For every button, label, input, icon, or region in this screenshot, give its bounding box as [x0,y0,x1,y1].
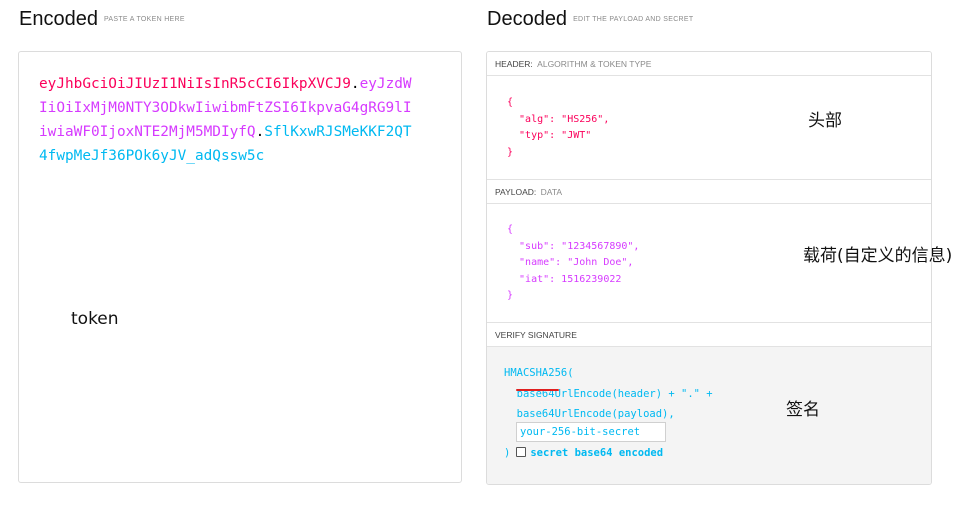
decoded-subtitle: EDIT THE PAYLOAD AND SECRET [573,16,694,24]
base64-checkbox[interactable] [516,447,527,457]
token-dot: . [255,124,265,140]
annotation-token: token [71,309,119,329]
header-editor[interactable]: { "alg": "HS256", "typ": "JWT" } [487,76,931,180]
signature-area: HMACSHA256( base64UrlEncode(header) + ".… [487,347,931,484]
signature-section-label: VERIFY SIGNATURE [487,323,931,347]
annotation-signature: 签名 [786,400,820,420]
close-paren: ) [504,447,511,459]
decoded-title: Decoded [487,8,568,30]
secret-row: ) secret base64 encoded [504,444,663,462]
encoded-title: Encoded [19,8,98,30]
signature-code: HMACSHA256( base64UrlEncode(header) + ".… [504,367,713,420]
payload-sublabel: DATA [540,187,563,197]
payload-json[interactable]: { "sub": "1234567890", "name": "John Doe… [507,222,639,305]
encoded-token[interactable]: eyJhbGciOiJIUzI1NiIsInR5cCI6IkpXVCJ9.eyJ… [39,72,419,168]
encoded-token-editor[interactable]: eyJhbGciOiJIUzI1NiIsInR5cCI6IkpXVCJ9.eyJ… [18,51,462,483]
base64-checkbox-label[interactable]: secret base64 encoded [530,447,663,459]
header-json[interactable]: { "alg": "HS256", "typ": "JWT" } [507,95,609,161]
token-dot: . [350,76,360,92]
header-label: HEADER: [495,59,533,69]
encoded-subtitle: PASTE A TOKEN HERE [103,16,185,24]
secret-input[interactable]: your-256-bit-secret [516,422,666,442]
encoded-heading: Encoded PASTE A TOKEN HERE [19,8,185,31]
payload-section-label: PAYLOAD: DATA [487,180,931,204]
payload-label: PAYLOAD: [495,187,537,197]
annotation-payload: 载荷(自定义的信息) [803,246,953,266]
token-header-part: eyJhbGciOiJIUzI1NiIsInR5cCI6IkpXVCJ9 [39,76,351,92]
decoded-panel: HEADER: ALGORITHM & TOKEN TYPE { "alg": … [486,51,932,485]
header-section-label: HEADER: ALGORITHM & TOKEN TYPE [487,52,931,76]
red-underline-mark [516,389,559,391]
signature-label: VERIFY SIGNATURE [495,330,577,340]
decoded-heading: Decoded EDIT THE PAYLOAD AND SECRET [487,8,693,31]
annotation-header: 头部 [808,111,842,131]
header-sublabel: ALGORITHM & TOKEN TYPE [537,59,652,69]
